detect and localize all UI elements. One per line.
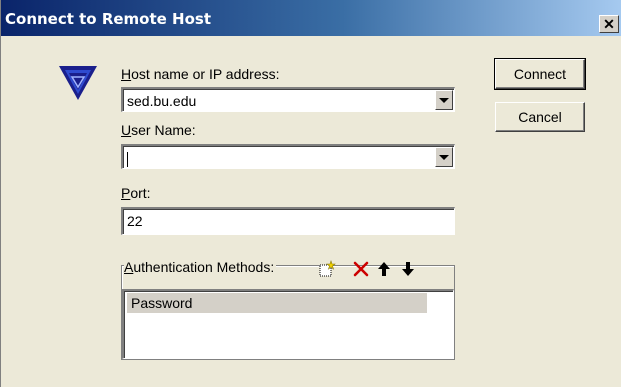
chevron-down-icon <box>439 154 449 160</box>
port-label: Port: <box>121 185 151 201</box>
new-method-button[interactable] <box>316 258 338 280</box>
user-combobox[interactable] <box>121 144 455 169</box>
cancel-button[interactable]: Cancel <box>495 102 585 132</box>
port-label-accel: P <box>121 185 131 201</box>
delete-method-button[interactable] <box>350 258 372 280</box>
port-label-text: ort: <box>130 185 151 201</box>
list-item[interactable]: Password <box>127 293 427 313</box>
auth-label-accel: A <box>124 259 134 275</box>
window-title: Connect to Remote Host <box>5 10 212 28</box>
move-up-icon <box>378 262 390 276</box>
user-dropdown-button[interactable] <box>435 147 453 167</box>
close-button[interactable]: ✕ <box>599 15 619 33</box>
move-down-button[interactable] <box>397 258 419 280</box>
chevron-down-icon <box>439 97 449 103</box>
host-label-accel: H <box>121 66 132 82</box>
user-label-accel: U <box>121 122 132 138</box>
title-bar[interactable]: Connect to Remote Host ✕ <box>1 0 621 36</box>
close-icon: ✕ <box>603 16 615 32</box>
host-dropdown-button[interactable] <box>435 90 453 110</box>
port-value[interactable]: 22 <box>127 213 143 229</box>
ssh-logo-icon <box>59 66 97 100</box>
connect-dialog: Connect to Remote Host ✕ Host name or IP… <box>0 0 621 387</box>
text-caret <box>127 151 128 167</box>
host-combobox[interactable]: sed.bu.edu <box>121 87 455 112</box>
user-label: User Name: <box>121 122 196 138</box>
host-label-text: ost name or IP address: <box>131 66 280 82</box>
port-input[interactable]: 22 <box>121 207 455 235</box>
host-label: Host name or IP address: <box>121 66 280 82</box>
delete-icon <box>353 261 369 277</box>
user-label-text: ser Name: <box>131 122 196 138</box>
new-method-icon <box>319 260 336 277</box>
auth-methods-label: Authentication Methods: <box>124 259 277 275</box>
move-up-button[interactable] <box>373 258 395 280</box>
move-down-icon <box>402 262 414 276</box>
auth-label-text: uthentication Methods: <box>133 259 275 275</box>
connect-button[interactable]: Connect <box>494 58 586 90</box>
host-input[interactable]: sed.bu.edu <box>127 93 196 109</box>
